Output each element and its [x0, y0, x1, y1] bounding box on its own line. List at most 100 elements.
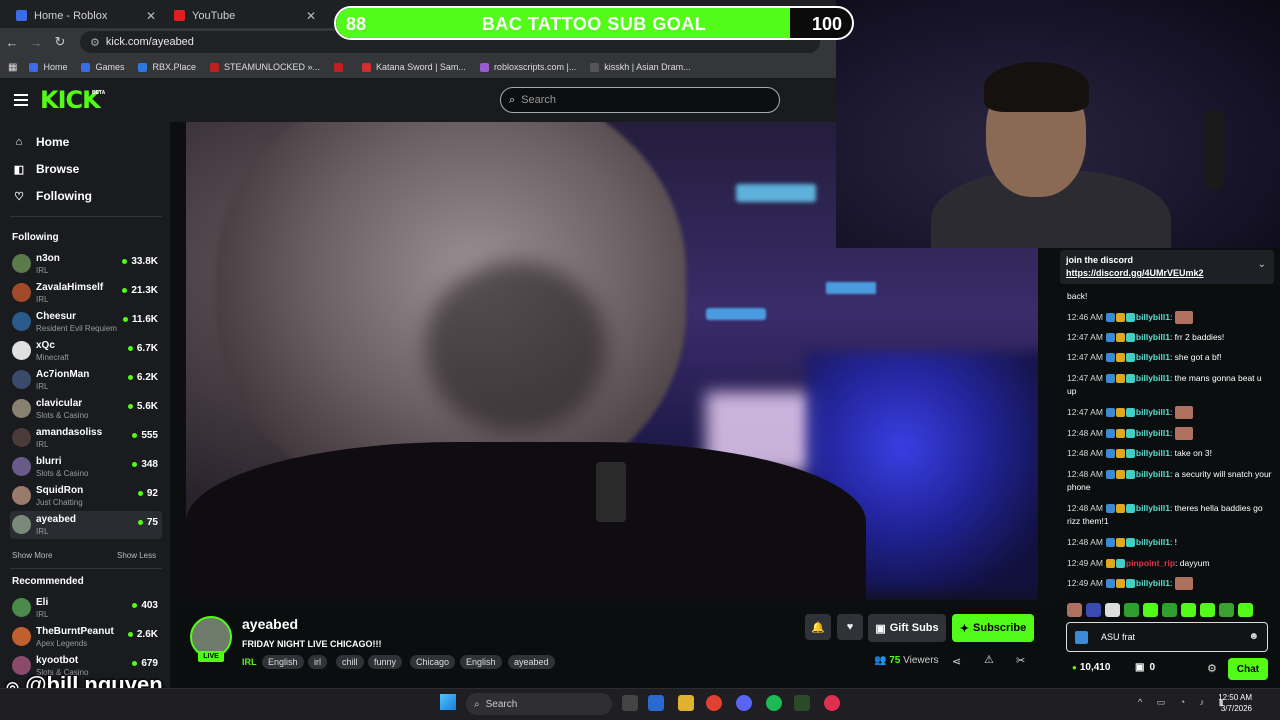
search-input[interactable]: ⌕ Search	[500, 87, 780, 113]
chat-username[interactable]: billybill1	[1136, 469, 1170, 479]
channel-points[interactable]: 10,410	[1072, 662, 1111, 673]
streamer-name[interactable]: ayeabed	[242, 616, 298, 632]
chat-badge-icon[interactable]	[1115, 504, 1125, 514]
chat-badge-icon[interactable]	[1105, 559, 1115, 569]
emote-icon[interactable]	[1162, 603, 1177, 617]
chat-badge-icon[interactable]	[1105, 538, 1115, 548]
show-more-button[interactable]: Show More	[12, 551, 52, 560]
chat-badge-icon[interactable]	[1125, 504, 1135, 514]
chat-badge-icon[interactable]	[1105, 408, 1115, 418]
pinned-link[interactable]: https://discord.gg/4UMrVEUmk2	[1066, 268, 1204, 278]
bookmark-item[interactable]: robloxscripts.com |...	[479, 62, 576, 72]
emote-icon[interactable]	[1086, 603, 1101, 617]
chat-badge-icon[interactable]	[1125, 449, 1135, 459]
chrome-icon[interactable]	[706, 695, 722, 711]
chat-badge-icon[interactable]	[1125, 353, 1135, 363]
stream-tag[interactable]: ayeabed	[508, 655, 555, 669]
channel-item[interactable]: Ac7ionMan IRL 6.2K	[10, 366, 162, 394]
sidebar-item-home[interactable]: ⌂ Home	[12, 135, 70, 149]
stream-tag[interactable]: English	[262, 655, 304, 669]
channel-item[interactable]: n3on IRL 33.8K	[10, 250, 162, 278]
channel-item[interactable]: xQc Minecraft 6.7K	[10, 337, 162, 365]
chat-badge-icon[interactable]	[1105, 429, 1115, 439]
emote-icon[interactable]	[1200, 603, 1215, 617]
bookmark-item[interactable]: Home	[29, 62, 67, 72]
bookmark-item[interactable]: Katana Sword | Sam...	[362, 62, 466, 72]
share-icon[interactable]: ⋖	[952, 655, 961, 668]
chat-badge-icon[interactable]	[1105, 313, 1115, 323]
reload-icon[interactable]: ↻	[48, 34, 72, 50]
chat-username[interactable]: billybill1	[1136, 503, 1170, 513]
subscribe-button[interactable]: ✦ Subscribe	[952, 614, 1034, 642]
chat-badge-icon[interactable]	[1125, 470, 1135, 480]
chat-settings-icon[interactable]: ⚙	[1207, 662, 1217, 675]
chat-badge-icon[interactable]	[1125, 538, 1135, 548]
gift-subs-button[interactable]: ▣ Gift Subs	[868, 614, 946, 642]
chat-badge-icon[interactable]	[1105, 333, 1115, 343]
chat-input[interactable]: ASU frat ☻	[1066, 622, 1268, 652]
chat-badge-icon[interactable]	[1115, 449, 1125, 459]
send-chat-button[interactable]: Chat	[1228, 658, 1268, 680]
channel-item[interactable]: amandasoliss IRL 555	[10, 424, 162, 452]
emote-icon[interactable]	[1238, 603, 1253, 617]
stream-category[interactable]: IRL	[242, 657, 257, 667]
opera-icon[interactable]	[824, 695, 840, 711]
chat-badge-icon[interactable]	[1115, 538, 1125, 548]
report-icon[interactable]: ⚠	[984, 653, 994, 666]
bookmark-item[interactable]: RBX.Place	[138, 62, 196, 72]
stream-tag[interactable]: funny	[368, 655, 403, 669]
channel-item[interactable]: Cheesur Resident Evil Requiem 11.6K	[10, 308, 162, 336]
pinned-message[interactable]: join the discord https://discord.gg/4UMr…	[1060, 250, 1274, 284]
chat-badge-icon[interactable]	[1125, 579, 1135, 589]
chat-badge-icon[interactable]	[1125, 313, 1135, 323]
taskbar-app-icon[interactable]	[622, 695, 638, 711]
taskbar-app-icon[interactable]	[648, 695, 664, 711]
chat-badge-icon[interactable]	[1125, 374, 1135, 384]
stream-tag[interactable]: Chicago	[410, 655, 456, 669]
taskbar-search[interactable]: ⌕ Search	[466, 693, 612, 715]
discord-icon[interactable]	[736, 695, 752, 711]
chat-username[interactable]: billybill1	[1136, 578, 1170, 588]
chat-username[interactable]: billybill1	[1136, 332, 1170, 342]
chat-username[interactable]: billybill1	[1136, 352, 1170, 362]
chat-username[interactable]: billybill1	[1136, 448, 1170, 458]
chat-badge-icon[interactable]	[1115, 353, 1125, 363]
back-icon[interactable]: ←	[0, 35, 24, 50]
chat-badge-icon[interactable]	[1105, 579, 1115, 589]
bookmark-item[interactable]: Games	[81, 62, 124, 72]
emote-icon[interactable]	[1124, 603, 1139, 617]
chat-username[interactable]: billybill1	[1136, 373, 1170, 383]
chat-username[interactable]: billybill1	[1136, 428, 1170, 438]
chat-badge-icon[interactable]	[1125, 333, 1135, 343]
site-info-icon[interactable]: ⚙	[90, 36, 100, 49]
chat-badge-icon[interactable]	[1115, 374, 1125, 384]
spotify-icon[interactable]	[766, 695, 782, 711]
taskbar-clock[interactable]: 12:50 AM 3/7/2026	[1212, 692, 1252, 714]
windows-start-icon[interactable]	[440, 694, 456, 710]
channel-item[interactable]: Eli IRL 403	[10, 594, 162, 622]
stream-tag[interactable]: English	[460, 655, 502, 669]
chat-badge-icon[interactable]	[1105, 470, 1115, 480]
file-explorer-icon[interactable]	[678, 695, 694, 711]
sidebar-item-browse[interactable]: ◧ Browse	[12, 162, 80, 176]
gift-count[interactable]: ▣ 0	[1135, 662, 1155, 673]
notification-bell-icon[interactable]: 🔔	[805, 614, 831, 640]
bookmark-item[interactable]	[334, 62, 348, 72]
clip-icon[interactable]: ✂	[1016, 654, 1025, 667]
bookmark-item[interactable]: kisskh | Asian Dram...	[590, 62, 691, 72]
chat-badge-icon[interactable]	[1125, 408, 1135, 418]
emote-icon[interactable]	[1143, 603, 1158, 617]
chat-badge-icon[interactable]	[1115, 579, 1125, 589]
chat-badge-icon[interactable]	[1115, 333, 1125, 343]
stream-tag[interactable]: chill	[336, 655, 364, 669]
tab-roblox[interactable]: Home - Roblox ✕	[6, 3, 164, 28]
chat-badge-icon[interactable]	[1115, 313, 1125, 323]
channel-item[interactable]: clavicular Slots & Casino 5.6K	[10, 395, 162, 423]
channel-item[interactable]: blurri Slots & Casino 348	[10, 453, 162, 481]
chat-badge-icon[interactable]	[1105, 353, 1115, 363]
taskbar-app-icon[interactable]	[794, 695, 810, 711]
menu-icon[interactable]	[14, 94, 28, 106]
chat-badge-icon[interactable]	[1115, 429, 1125, 439]
emote-icon[interactable]	[1181, 603, 1196, 617]
close-tab-icon[interactable]: ✕	[146, 9, 156, 23]
